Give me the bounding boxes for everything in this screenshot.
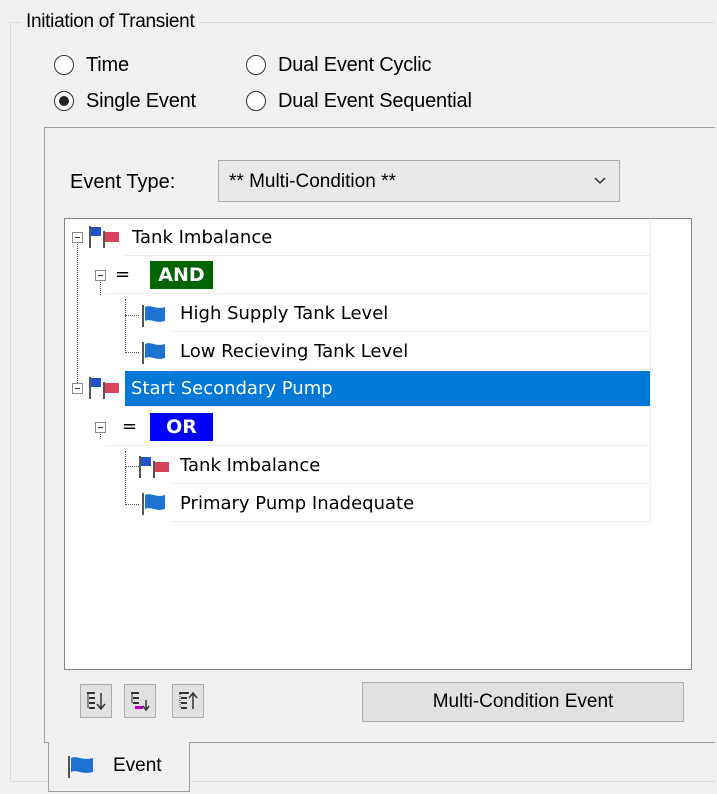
equals-sign: = [122, 416, 138, 437]
radio-time-circle[interactable] [54, 55, 74, 75]
add-condition-button[interactable] [124, 684, 156, 718]
tree-node[interactable]: Tank Imbalance [125, 219, 651, 256]
radio-dual-event-sequential[interactable]: Dual Event Sequential [246, 89, 472, 113]
multi-flag-icon [89, 226, 119, 248]
tree-node-label: Low Recieving Tank Level [180, 340, 409, 362]
multi-condition-event-button[interactable]: Multi-Condition Event [362, 682, 684, 722]
tree-line [125, 352, 139, 353]
event-type-dropdown[interactable]: ** Multi-Condition ** [218, 160, 620, 202]
condition-tree[interactable]: Tank Imbalance = AND High Supply Tank Le… [64, 218, 692, 670]
tree-node[interactable]: Tank Imbalance [172, 447, 651, 484]
radio-time-label: Time [86, 54, 129, 76]
blue-flag-icon [142, 342, 165, 364]
collapse-all-button[interactable] [172, 684, 204, 718]
tree-node[interactable]: Low Recieving Tank Level [172, 333, 651, 370]
radio-single-event-circle[interactable] [54, 91, 74, 111]
tab-event-label: Event [113, 755, 162, 776]
tree-node-label: Tank Imbalance [180, 454, 321, 476]
radio-dual-event-sequential-circle[interactable] [246, 91, 266, 111]
radio-dual-event-sequential-label: Dual Event Sequential [278, 90, 472, 112]
tree-node-label: Start Secondary Pump [131, 378, 333, 399]
tree-line [77, 237, 78, 387]
radio-time[interactable]: Time [54, 53, 129, 77]
event-type-value: ** Multi-Condition ** [229, 171, 396, 192]
tree-line [125, 504, 139, 505]
and-operator-badge: AND [150, 261, 213, 289]
tree-node-label: Primary Pump Inadequate [180, 492, 415, 514]
tree-node-selected[interactable]: Start Secondary Pump [125, 371, 651, 407]
radio-single-event-label: Single Event [86, 90, 196, 112]
collapse-toggle[interactable] [72, 232, 83, 243]
expand-all-button[interactable] [80, 684, 112, 718]
tree-line [125, 451, 126, 505]
radio-dual-event-cyclic-circle[interactable] [246, 55, 266, 75]
blue-flag-icon [142, 493, 165, 515]
tree-node-label: Tank Imbalance [132, 226, 273, 248]
collapse-toggle[interactable] [72, 383, 83, 394]
tab-event[interactable]: Event [48, 742, 190, 792]
tree-node[interactable]: High Supply Tank Level [172, 295, 651, 332]
multi-flag-icon [89, 377, 119, 399]
add-condition-icon [131, 692, 150, 712]
collapse-toggle[interactable] [95, 422, 106, 433]
event-type-label: Event Type: [70, 171, 176, 193]
radio-single-event[interactable]: Single Event [54, 89, 196, 113]
group-title: Initiation of Transient [22, 9, 199, 35]
tree-line [125, 299, 126, 353]
chevron-down-icon[interactable] [593, 174, 607, 188]
radio-dual-event-cyclic-label: Dual Event Cyclic [278, 54, 432, 76]
tree-node-label: High Supply Tank Level [180, 302, 389, 324]
or-operator-badge: OR [150, 413, 213, 441]
multi-flag-icon [139, 456, 169, 478]
expand-all-icon [87, 692, 106, 711]
equals-sign: = [115, 264, 131, 285]
collapse-all-icon [179, 691, 198, 709]
tree-line [125, 315, 139, 316]
radio-dual-event-cyclic[interactable]: Dual Event Cyclic [246, 53, 432, 77]
blue-flag-icon [142, 305, 165, 327]
collapse-toggle[interactable] [95, 270, 106, 281]
tree-node[interactable]: Primary Pump Inadequate [172, 485, 651, 522]
blue-flag-icon [68, 756, 93, 778]
